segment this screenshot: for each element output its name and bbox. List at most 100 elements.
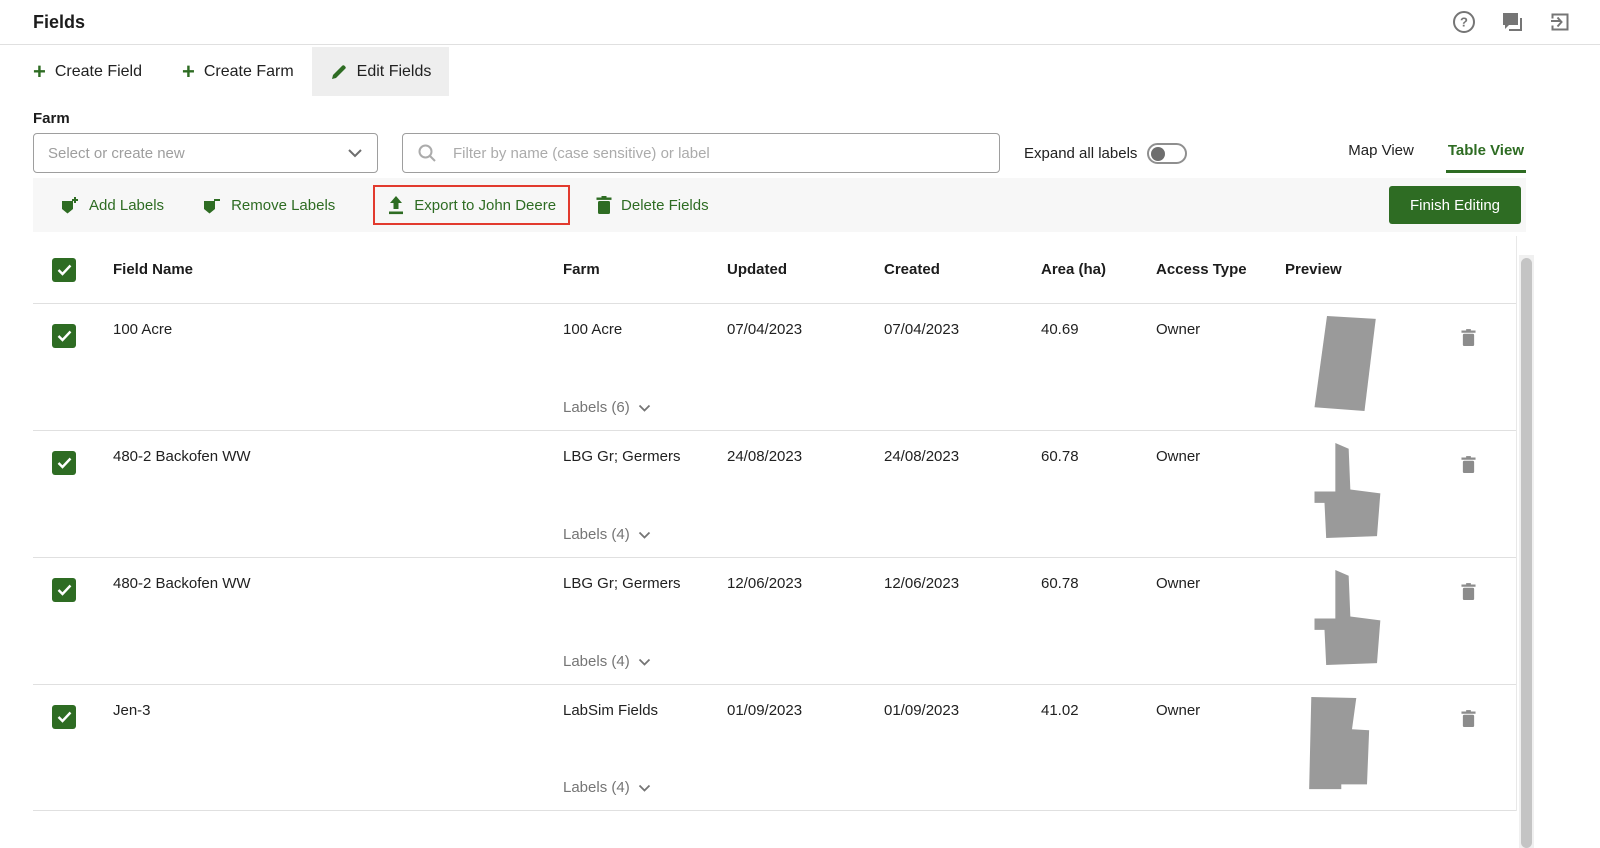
- create-farm-label: Create Farm: [204, 63, 294, 81]
- area-value: 60.78: [1041, 431, 1156, 557]
- create-field-button[interactable]: + Create Field: [33, 47, 164, 96]
- export-to-john-deere-button[interactable]: Export to John Deere: [387, 195, 556, 215]
- fields-table: Field Name Farm Updated Created Area (ha…: [33, 236, 1517, 811]
- farm-name: LBG Gr; Germers: [563, 448, 727, 465]
- trash-icon: [596, 196, 612, 215]
- farm-name: LabSim Fields: [563, 702, 727, 719]
- table-body: 100 Acre 100 Acre Labels (6) 07/04/2023 …: [33, 303, 1516, 811]
- topbar-icons: ?: [1452, 10, 1572, 34]
- farm-select-label: Farm: [33, 110, 1600, 127]
- col-header-created: Created: [884, 261, 1041, 278]
- chevron-down-icon: [638, 658, 651, 666]
- svg-text:?: ?: [1460, 15, 1468, 30]
- pencil-icon: [330, 63, 348, 81]
- col-header-updated: Updated: [727, 261, 884, 278]
- farm-select[interactable]: Select or create new: [33, 133, 378, 173]
- view-tabs: Map View Table View: [1346, 136, 1526, 173]
- delete-row-button[interactable]: [1461, 454, 1476, 476]
- access-type: Owner: [1156, 558, 1285, 684]
- search-icon: [417, 143, 437, 163]
- field-name: 480-2 Backofen WW: [113, 431, 563, 557]
- chevron-down-icon: [638, 404, 651, 412]
- row-checkbox[interactable]: [52, 324, 76, 348]
- row-checkbox[interactable]: [52, 451, 76, 475]
- area-value: 40.69: [1041, 304, 1156, 430]
- expand-labels-toggle[interactable]: [1147, 143, 1187, 164]
- add-label-icon: [60, 195, 80, 215]
- chevron-down-icon: [347, 148, 363, 158]
- field-preview-shape: [1285, 431, 1461, 557]
- farm-name: LBG Gr; Germers: [563, 575, 727, 592]
- field-filter-input[interactable]: [453, 145, 985, 162]
- page-title: Fields: [33, 12, 85, 33]
- delete-row-button[interactable]: [1461, 581, 1476, 603]
- mode-buttons-row: + Create Field + Create Farm Edit Fields: [33, 47, 1600, 96]
- farm-select-value: Select or create new: [48, 145, 185, 162]
- field-name: Jen-3: [113, 685, 563, 810]
- upload-icon: [387, 195, 405, 215]
- labels-expander[interactable]: Labels (4): [563, 526, 727, 543]
- edit-fields-label: Edit Fields: [357, 63, 432, 81]
- field-name: 100 Acre: [113, 304, 563, 430]
- field-preview-shape: [1285, 685, 1461, 810]
- plus-icon: +: [182, 61, 195, 83]
- table-row: 480-2 Backofen WW LBG Gr; Germers Labels…: [33, 557, 1516, 684]
- create-farm-button[interactable]: + Create Farm: [164, 47, 312, 96]
- delete-fields-button[interactable]: Delete Fields: [596, 196, 709, 215]
- created-date: 07/04/2023: [884, 304, 1041, 430]
- annotation-highlight-box: Export to John Deere: [373, 185, 570, 225]
- field-filter-searchbox: [402, 133, 1000, 173]
- updated-date: 07/04/2023: [727, 304, 884, 430]
- help-icon[interactable]: ?: [1452, 10, 1476, 34]
- tab-table-view[interactable]: Table View: [1446, 136, 1526, 173]
- area-value: 60.78: [1041, 558, 1156, 684]
- logout-icon[interactable]: [1548, 10, 1572, 34]
- tab-map-view[interactable]: Map View: [1346, 136, 1416, 173]
- row-checkbox[interactable]: [52, 705, 76, 729]
- remove-labels-button[interactable]: Remove Labels: [202, 195, 335, 215]
- field-preview-shape: [1285, 558, 1461, 684]
- created-date: 12/06/2023: [884, 558, 1041, 684]
- delete-row-button[interactable]: [1461, 708, 1476, 730]
- scrollbar-thumb[interactable]: [1521, 258, 1532, 848]
- expand-labels-group: Expand all labels: [1024, 143, 1187, 164]
- field-name: 480-2 Backofen WW: [113, 558, 563, 684]
- updated-date: 24/08/2023: [727, 431, 884, 557]
- table-row: Jen-3 LabSim Fields Labels (4) 01/09/202…: [33, 684, 1516, 811]
- labels-expander[interactable]: Labels (4): [563, 653, 727, 670]
- vertical-scrollbar[interactable]: [1519, 255, 1534, 848]
- delete-row-button[interactable]: [1461, 327, 1476, 349]
- area-value: 41.02: [1041, 685, 1156, 810]
- col-header-field-name: Field Name: [113, 261, 563, 278]
- row-checkbox[interactable]: [52, 578, 76, 602]
- table-row: 480-2 Backofen WW LBG Gr; Germers Labels…: [33, 430, 1516, 557]
- labels-expander[interactable]: Labels (6): [563, 399, 727, 416]
- chevron-down-icon: [638, 531, 651, 539]
- updated-date: 01/09/2023: [727, 685, 884, 810]
- remove-label-icon: [202, 195, 222, 215]
- updated-date: 12/06/2023: [727, 558, 884, 684]
- filter-row: Select or create new Expand all labels M…: [33, 133, 1526, 173]
- feedback-chat-icon[interactable]: [1500, 10, 1524, 34]
- create-field-label: Create Field: [55, 63, 142, 81]
- add-labels-button[interactable]: Add Labels: [60, 195, 164, 215]
- labels-expander[interactable]: Labels (4): [563, 779, 727, 796]
- finish-editing-button[interactable]: Finish Editing: [1389, 186, 1521, 224]
- select-all-checkbox[interactable]: [52, 258, 76, 282]
- col-header-preview: Preview: [1285, 261, 1461, 278]
- col-header-access-type: Access Type: [1156, 261, 1285, 278]
- col-header-farm: Farm: [563, 261, 727, 278]
- access-type: Owner: [1156, 431, 1285, 557]
- col-header-area: Area (ha): [1041, 261, 1156, 278]
- farm-name: 100 Acre: [563, 321, 727, 338]
- chevron-down-icon: [638, 784, 651, 792]
- expand-labels-label: Expand all labels: [1024, 145, 1137, 162]
- plus-icon: +: [33, 61, 46, 83]
- edit-fields-button[interactable]: Edit Fields: [312, 47, 450, 96]
- created-date: 24/08/2023: [884, 431, 1041, 557]
- field-preview-shape: [1285, 304, 1461, 430]
- created-date: 01/09/2023: [884, 685, 1041, 810]
- toggle-knob: [1151, 147, 1165, 161]
- access-type: Owner: [1156, 304, 1285, 430]
- top-bar: Fields ?: [0, 0, 1600, 45]
